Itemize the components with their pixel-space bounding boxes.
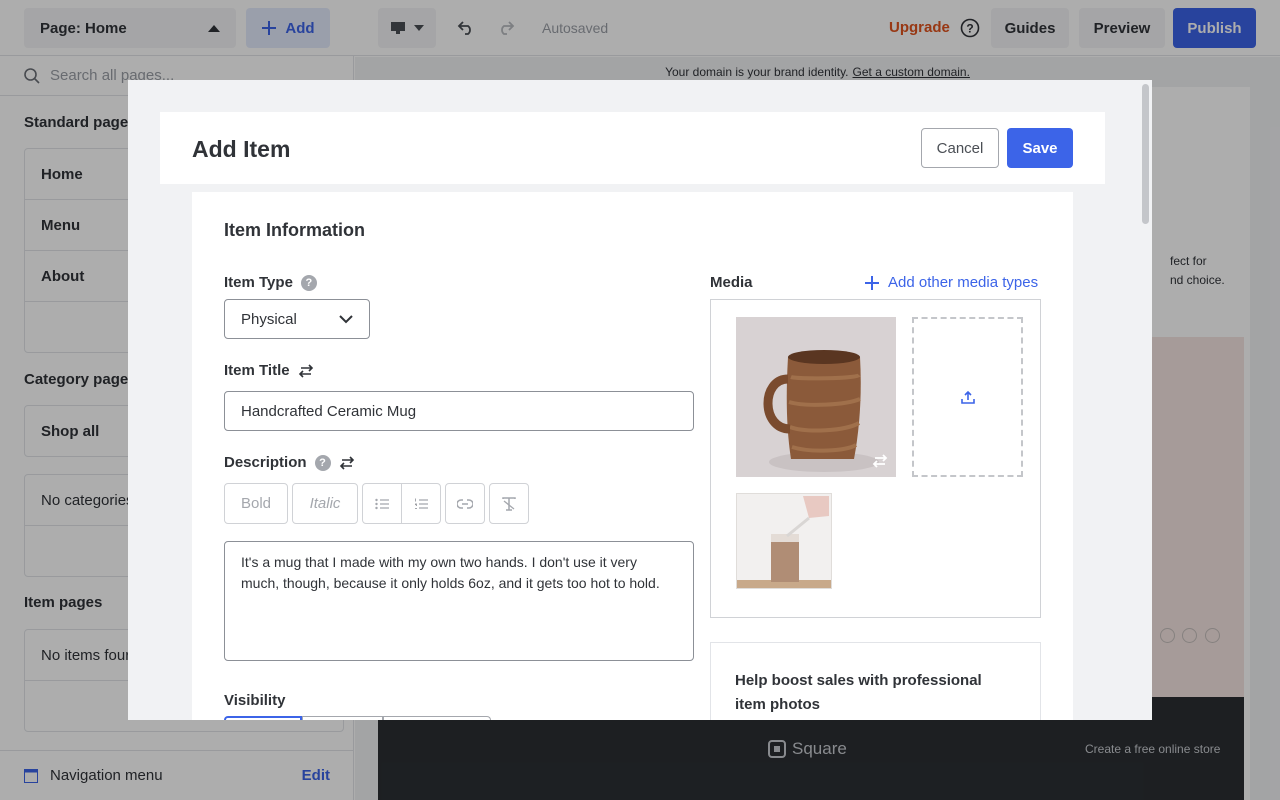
clear-format-button[interactable] xyxy=(489,483,529,524)
description-label-row: Description ? xyxy=(224,454,355,471)
bold-button[interactable]: Bold xyxy=(224,483,288,524)
scrollbar-thumb[interactable] xyxy=(1142,84,1149,224)
drink-image xyxy=(737,494,831,588)
link-button[interactable] xyxy=(445,483,485,524)
item-type-value: Physical xyxy=(241,310,297,328)
save-button[interactable]: Save xyxy=(1007,128,1073,168)
swap-image-icon[interactable] xyxy=(872,453,888,469)
item-information-card: Item Information Item Type ? Physical It… xyxy=(192,192,1073,720)
item-type-select[interactable]: Physical xyxy=(224,299,370,339)
visibility-tabs xyxy=(224,716,491,720)
item-type-label: Item Type xyxy=(224,274,293,291)
visibility-label: Visibility xyxy=(224,692,286,709)
visibility-tab-3[interactable] xyxy=(383,716,491,720)
mug-photo[interactable] xyxy=(736,317,896,477)
visibility-tab-2[interactable] xyxy=(302,716,383,720)
link-icon xyxy=(457,498,473,509)
numbered-list-icon xyxy=(415,498,428,509)
help-icon[interactable]: ? xyxy=(314,454,331,471)
add-media-label: Add other media types xyxy=(888,274,1039,291)
boost-sales-card: Help boost sales with professional item … xyxy=(710,642,1041,720)
translate-swap-icon[interactable] xyxy=(339,455,355,471)
item-type-label-row: Item Type ? xyxy=(224,274,317,291)
translate-swap-icon[interactable] xyxy=(298,363,314,379)
numbered-list-button[interactable] xyxy=(401,483,441,524)
media-label: Media xyxy=(710,274,753,291)
chevron-down-icon xyxy=(339,314,353,323)
drink-photo[interactable] xyxy=(736,493,832,589)
clear-format-icon xyxy=(502,496,516,511)
bulleted-list-icon xyxy=(375,498,389,509)
item-title-input[interactable]: Handcrafted Ceramic Mug xyxy=(224,391,694,431)
section-title: Item Information xyxy=(224,220,366,240)
upload-icon xyxy=(960,390,975,404)
plus-icon xyxy=(865,275,879,290)
visibility-tab-1[interactable] xyxy=(224,716,302,720)
item-title-label-row: Item Title xyxy=(224,362,314,379)
item-title-label: Item Title xyxy=(224,362,290,379)
modal-scrollbar[interactable] xyxy=(1140,82,1150,718)
bulleted-list-button[interactable] xyxy=(362,483,402,524)
add-media-types-button[interactable]: Add other media types xyxy=(864,274,1038,291)
media-gallery xyxy=(710,299,1041,618)
cancel-button[interactable]: Cancel xyxy=(921,128,999,168)
help-icon[interactable]: ? xyxy=(300,274,317,291)
modal-header: Add Item Cancel Save xyxy=(160,112,1105,184)
description-label: Description xyxy=(224,454,307,471)
modal-title: Add Item xyxy=(192,136,291,162)
upload-media-slot[interactable] xyxy=(912,317,1023,477)
description-textarea[interactable]: It's a mug that I made with my own two h… xyxy=(224,541,694,661)
add-item-modal: Add Item Cancel Save Item Information It… xyxy=(128,80,1152,720)
italic-button[interactable]: Italic xyxy=(292,483,358,524)
